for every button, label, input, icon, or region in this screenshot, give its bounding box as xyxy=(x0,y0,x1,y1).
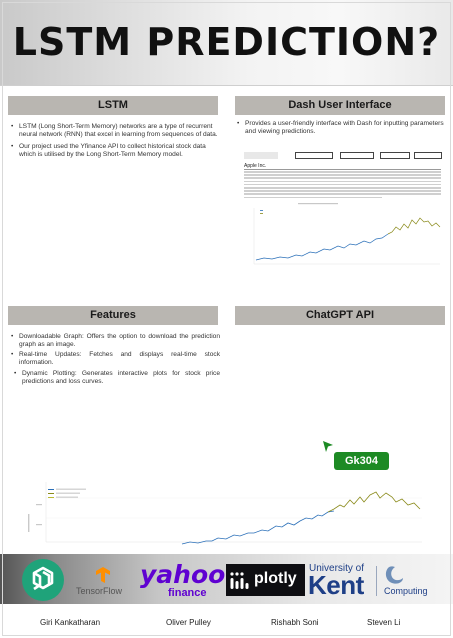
computing-logo-icon xyxy=(385,566,403,584)
kent-logo-text: Kent xyxy=(308,570,364,600)
author-list: Giri Kankatharan Oliver Pulley Rishabh S… xyxy=(0,618,453,632)
plotly-logo-icon xyxy=(230,572,249,589)
lstm-bullet-2: Our project used the Yfinance API to col… xyxy=(10,143,218,159)
dash-price-chart xyxy=(253,203,441,265)
dash-input-box xyxy=(244,152,278,159)
features-bullet-3: Dynamic Plotting: Generates interactive … xyxy=(13,370,220,386)
author-name: Steven Li xyxy=(367,618,401,627)
computing-logo-text: Computing xyxy=(384,586,428,596)
section-heading-chatgpt: ChatGPT API xyxy=(235,306,445,325)
legend-swatch-predicted xyxy=(48,493,54,494)
author-name: Rishabh Soni xyxy=(271,618,319,627)
tensorflow-logo-text: TensorFlow xyxy=(76,586,123,596)
legend-swatch-actual xyxy=(260,210,263,211)
section-heading-lstm: LSTM xyxy=(8,96,218,115)
actual-price-line xyxy=(255,233,389,261)
dash-description-text xyxy=(244,171,441,200)
features-bullet-1: Downloadable Graph: Offers the option to… xyxy=(10,333,220,349)
predicted-price-line xyxy=(387,217,441,235)
features-bullets: Downloadable Graph: Offers the option to… xyxy=(10,333,220,390)
dash-bullet-1: Provides a user-friendly interface with … xyxy=(236,120,444,136)
author-name: Oliver Pulley xyxy=(166,618,211,627)
logo-divider xyxy=(376,566,377,596)
chart-title-placeholder xyxy=(298,203,338,205)
y-axis-label-placeholder xyxy=(28,514,30,532)
legend-swatch-predicted xyxy=(260,213,263,214)
section-heading-features: Features xyxy=(8,306,218,325)
tensorflow-logo-icon xyxy=(96,567,110,583)
divider xyxy=(244,169,441,170)
section-heading-dash: Dash User Interface xyxy=(235,96,445,115)
dash-bullets: Provides a user-friendly interface with … xyxy=(236,120,444,140)
openai-logo-icon xyxy=(22,559,64,601)
legend-swatch-future xyxy=(48,497,54,498)
dash-input-box xyxy=(380,152,410,159)
predicted-price-line xyxy=(327,491,421,513)
author-name: Giri Kankatharan xyxy=(40,618,101,627)
legend-swatch-actual xyxy=(48,489,54,490)
dash-input-box xyxy=(295,152,333,159)
y-tick-label xyxy=(36,524,42,526)
dash-input-box xyxy=(414,152,442,159)
plotly-logo-text: plotly xyxy=(254,570,297,587)
dash-screenshot-controls xyxy=(240,152,445,161)
cursor-arrow-icon xyxy=(323,441,333,452)
poster-title: LSTM PREDICTION? xyxy=(12,20,441,64)
legend-label-actual xyxy=(56,488,86,490)
y-tick-label xyxy=(36,504,42,506)
yahoo-logo-text: yahoo! xyxy=(140,560,237,589)
lstm-bullet-1: LSTM (Long Short-Term Memory) networks a… xyxy=(10,123,218,139)
lstm-bullets: LSTM (Long Short-Term Memory) networks a… xyxy=(10,123,218,163)
yahoo-finance-text: finance xyxy=(168,587,207,599)
dash-screenshot: Apple Inc. xyxy=(240,150,445,268)
username-badge: Gk304 xyxy=(334,452,389,470)
legend-label-predicted xyxy=(56,492,80,494)
features-bullet-2: Real-time Updates: Fetches and displays … xyxy=(10,351,220,367)
legend-label-future xyxy=(56,496,78,498)
prediction-chart xyxy=(28,482,422,545)
dash-input-box xyxy=(340,152,374,159)
actual-price-line xyxy=(181,510,335,545)
